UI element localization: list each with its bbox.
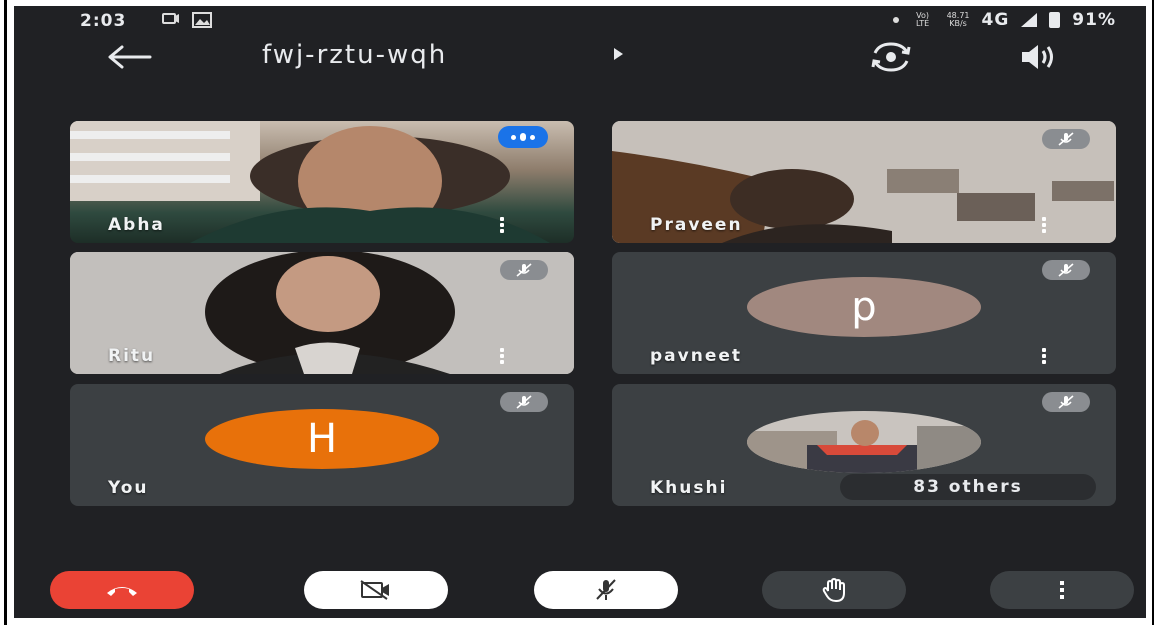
speaking-indicator xyxy=(498,126,548,148)
participant-more-icon[interactable] xyxy=(1042,348,1046,364)
mic-muted-icon xyxy=(1042,129,1090,149)
battery-percent: 91% xyxy=(1072,10,1116,30)
volte-indicator: Vo) LTE xyxy=(915,11,930,28)
more-options-button[interactable] xyxy=(990,571,1134,609)
more-vertical-icon xyxy=(1060,581,1064,599)
avatar: p xyxy=(747,277,981,337)
participant-name: You xyxy=(108,478,149,498)
notification-dot-icon xyxy=(892,17,899,23)
mic-muted-icon xyxy=(500,260,548,280)
camera-off-icon xyxy=(360,580,389,600)
call-controls xyxy=(14,571,1146,611)
mic-toggle-button[interactable] xyxy=(534,571,678,609)
meeting-info-arrow-icon[interactable] xyxy=(614,48,623,60)
meeting-header: fwj-rztu-wqh xyxy=(14,36,1146,80)
participant-tile-you[interactable]: H You xyxy=(70,384,574,506)
participant-more-icon[interactable] xyxy=(1042,217,1046,233)
participant-tile-abha[interactable]: Abha xyxy=(70,121,574,243)
camera-toggle-button[interactable] xyxy=(304,571,448,609)
participant-tile-ritu[interactable]: Ritu xyxy=(70,252,574,374)
mic-off-icon xyxy=(596,579,616,600)
gallery-icon xyxy=(192,12,212,32)
mic-muted-icon xyxy=(500,392,548,412)
speed-indicator: 48.71 KB/s xyxy=(947,12,970,28)
frame-border-right xyxy=(1152,0,1154,625)
status-bar: 2:03 Vo) LTE 48.71 KB/s 4G 91% xyxy=(14,6,1146,36)
participant-name: Abha xyxy=(108,215,165,235)
speed-unit: KB/s xyxy=(949,19,967,28)
participant-tile-khushi[interactable]: Khushi 83 others xyxy=(612,384,1116,506)
participant-more-icon[interactable] xyxy=(500,348,504,364)
mic-muted-icon xyxy=(1042,260,1090,280)
participant-name: Ritu xyxy=(108,346,156,366)
status-right: Vo) LTE 48.71 KB/s 4G 91% xyxy=(892,10,1116,30)
end-call-button[interactable] xyxy=(50,571,194,609)
avatar-photo xyxy=(747,411,981,473)
back-arrow-icon[interactable] xyxy=(104,42,154,72)
switch-camera-icon[interactable] xyxy=(869,41,913,73)
raise-hand-button[interactable] xyxy=(762,571,906,609)
participant-name: Khushi xyxy=(650,478,728,498)
message-icon xyxy=(162,12,180,30)
mic-muted-icon xyxy=(1042,392,1090,412)
meeting-code[interactable]: fwj-rztu-wqh xyxy=(262,40,447,70)
status-time: 2:03 xyxy=(80,11,127,31)
hand-icon xyxy=(822,577,845,603)
battery-icon xyxy=(1049,12,1061,28)
participant-more-icon[interactable] xyxy=(500,217,504,233)
participant-tile-praveen[interactable]: Praveen xyxy=(612,121,1116,243)
others-count-badge[interactable]: 83 others xyxy=(840,474,1096,500)
participant-name: Praveen xyxy=(650,215,743,235)
phone-hangup-icon xyxy=(107,587,137,596)
network-type: 4G xyxy=(981,10,1010,30)
signal-icon xyxy=(1021,13,1038,27)
participant-name: pavneet xyxy=(650,346,743,366)
speaker-icon[interactable] xyxy=(1018,42,1058,72)
participant-tile-pavneet[interactable]: p pavneet xyxy=(612,252,1116,374)
frame-border-left xyxy=(4,0,7,625)
avatar: H xyxy=(205,409,439,469)
meet-screen: 2:03 Vo) LTE 48.71 KB/s 4G 91% fwj-rztu-… xyxy=(14,6,1146,618)
